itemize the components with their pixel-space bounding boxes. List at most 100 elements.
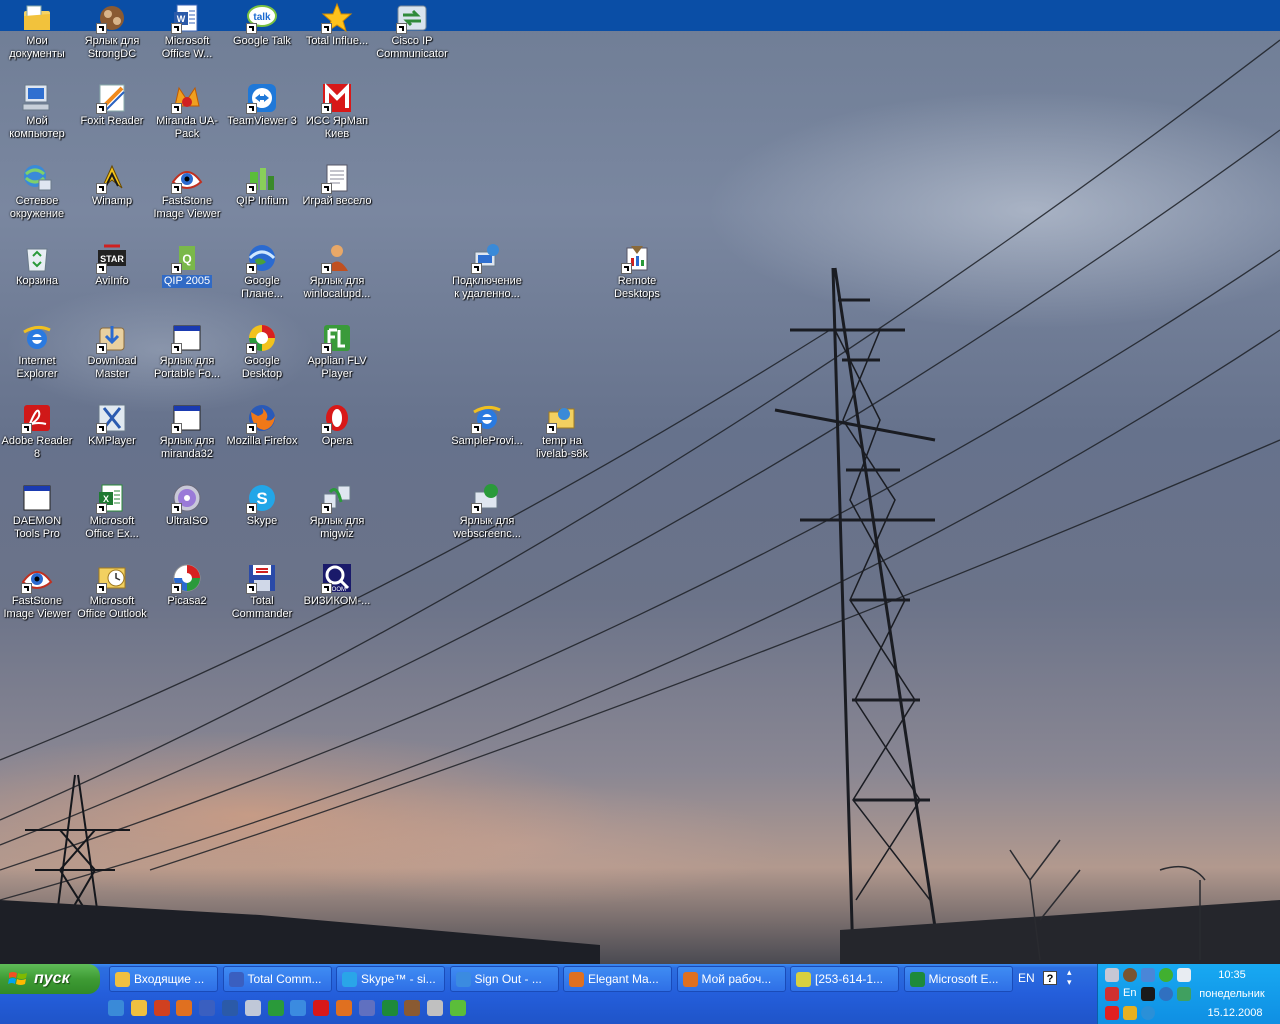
desktop-shortcut-label: Download Master: [87, 355, 137, 380]
desktop-shortcut[interactable]: FastStone Image Viewer: [150, 162, 224, 221]
skype-icon: S: [246, 482, 278, 514]
quick-launch-icon[interactable]: [153, 1000, 170, 1016]
quick-launch-icon[interactable]: [404, 1000, 421, 1016]
desktop-shortcut[interactable]: Q QIP 2005: [150, 242, 224, 288]
desktop-shortcut[interactable]: Adobe Reader 8: [0, 402, 74, 461]
desktop-shortcut[interactable]: Total Influe...: [300, 2, 374, 48]
tray-icon-3[interactable]: [1141, 968, 1155, 982]
quick-launch-icon[interactable]: [290, 1000, 307, 1016]
desktop-shortcut[interactable]: DAEMON Tools Pro: [0, 482, 74, 541]
tray-icon-6[interactable]: [1105, 987, 1119, 1001]
desktop-shortcut[interactable]: ZOOM ВИЗИКОМ-...: [300, 562, 374, 608]
desktop-shortcut[interactable]: Miranda UA-Pack: [150, 82, 224, 141]
desktop-shortcut[interactable]: FastStone Image Viewer: [0, 562, 74, 621]
desktop-shortcut[interactable]: TeamViewer 3: [225, 82, 299, 128]
desktop-shortcut[interactable]: Google Плане...: [225, 242, 299, 301]
taskbar-button[interactable]: Sign Out - ...: [449, 966, 559, 992]
help-icon[interactable]: ?: [1043, 971, 1057, 985]
desktop-shortcut[interactable]: STAR AviInfo: [75, 242, 149, 288]
desktop-shortcut-label: Корзина: [16, 275, 58, 287]
taskbar-scroll-arrows[interactable]: ▴ ▾: [1067, 967, 1079, 987]
desktop-shortcut[interactable]: Подключение к удаленно...: [450, 242, 524, 301]
taskbar-button[interactable]: Total Comm...: [222, 966, 332, 992]
desktop-shortcut[interactable]: S Skype: [225, 482, 299, 528]
quick-launch-icon[interactable]: [199, 1000, 216, 1016]
desktop-shortcut[interactable]: X Microsoft Office Ex...: [75, 482, 149, 541]
clock-day[interactable]: понедельник: [1190, 988, 1274, 1000]
desktop-shortcut[interactable]: Играй весело: [300, 162, 374, 208]
quick-launch-icon[interactable]: [427, 1000, 444, 1016]
tray-icon-9[interactable]: [1177, 987, 1191, 1001]
quick-launch-icon[interactable]: [244, 1000, 261, 1016]
taskbar-button[interactable]: Skype™ - si...: [336, 966, 445, 992]
desktop-shortcut[interactable]: ИСС ЯрМап Киев: [300, 82, 374, 141]
tray-icon-4[interactable]: [1159, 968, 1173, 982]
taskbar-button[interactable]: [253-614-1...: [790, 966, 899, 992]
desktop-shortcut[interactable]: SampleProvi...: [450, 402, 524, 448]
desktop-shortcut[interactable]: UltraISO: [150, 482, 224, 528]
desktop-shortcut[interactable]: Download Master: [75, 322, 149, 381]
tray-icon-2[interactable]: [1123, 968, 1137, 982]
taskbar-button[interactable]: Microsoft E...: [903, 966, 1013, 992]
desktop-shortcut[interactable]: W Microsoft Office W...: [150, 2, 224, 61]
tray-icon-12[interactable]: [1141, 1006, 1155, 1020]
desktop-shortcut[interactable]: Ярлык для migwiz: [300, 482, 374, 541]
desktop-shortcut[interactable]: Ярлык для winlocalupd...: [300, 242, 374, 301]
tray-icon-1[interactable]: [1105, 968, 1119, 982]
desktop-shortcut-label: Microsoft Office Outlook: [77, 595, 147, 620]
desktop-shortcut[interactable]: QIP Infium: [225, 162, 299, 208]
desktop-shortcut[interactable]: Remote Desktops: [600, 242, 674, 301]
desktop-shortcut[interactable]: Opera: [300, 402, 374, 448]
desktop-shortcut[interactable]: Ярлык для StrongDC: [75, 2, 149, 61]
desktop-shortcut[interactable]: Мой компьютер: [0, 82, 74, 141]
desktop-shortcut[interactable]: Foxit Reader: [75, 82, 149, 128]
taskbar-button[interactable]: Входящие ...: [109, 966, 218, 992]
taskbar-button[interactable]: Мой рабоч...: [676, 966, 786, 992]
desktop-shortcut[interactable]: Google Desktop: [225, 322, 299, 381]
desktop-shortcut[interactable]: temp на livelab-s8k: [525, 402, 599, 461]
quick-launch-icon[interactable]: [222, 1000, 238, 1016]
quick-launch-icon[interactable]: [381, 1000, 398, 1016]
desktop-shortcut[interactable]: Мои документы: [0, 2, 74, 61]
desktop-shortcut-label: Google Плане...: [241, 275, 283, 300]
desktop-shortcut[interactable]: Winamp: [75, 162, 149, 208]
taskbar-button[interactable]: Elegant Ma...: [563, 966, 672, 992]
desktop-shortcut[interactable]: Корзина: [0, 242, 74, 288]
quick-launch-icon[interactable]: [358, 1000, 375, 1016]
desktop-shortcut[interactable]: Total Commander: [225, 562, 299, 621]
quick-launch-icon[interactable]: [267, 1000, 284, 1016]
desktop-shortcut[interactable]: Internet Explorer: [0, 322, 74, 381]
quick-launch-icon[interactable]: [336, 1000, 352, 1016]
tray-icon-11[interactable]: [1123, 1006, 1137, 1020]
opera-icon: [321, 402, 353, 434]
tray-icon-10[interactable]: [1105, 1006, 1119, 1020]
quick-launch-icon[interactable]: [313, 1000, 330, 1016]
desktop-shortcut[interactable]: Mozilla Firefox: [225, 402, 299, 448]
tray-icon-8[interactable]: [1159, 987, 1173, 1001]
windows-logo-icon: [8, 972, 27, 985]
language-indicator[interactable]: EN: [1018, 971, 1035, 985]
desktop-shortcut[interactable]: Microsoft Office Outlook: [75, 562, 149, 621]
desktop-shortcut-label: QIP Infium: [236, 195, 288, 207]
desktop-shortcut[interactable]: Picasa2: [150, 562, 224, 608]
tray-icon-7[interactable]: [1141, 987, 1155, 1001]
desktop-shortcut[interactable]: KMPlayer: [75, 402, 149, 448]
desktop-shortcut[interactable]: Ярлык для webscreenc...: [450, 482, 524, 541]
clock-time[interactable]: 10:35: [1202, 969, 1262, 981]
desktop-shortcut[interactable]: Сетевое окружение: [0, 162, 74, 221]
quick-launch-icon[interactable]: [176, 1000, 193, 1016]
clock-date[interactable]: 15.12.2008: [1195, 1007, 1275, 1019]
desktop-shortcut[interactable]: Cisco IP Communicator: [375, 2, 449, 61]
desktop-shortcut[interactable]: Ярлык для Portable Fo...: [150, 322, 224, 381]
tray-icon-5[interactable]: [1177, 968, 1191, 982]
taskbar-button-label: Elegant Ma...: [588, 972, 659, 986]
start-button[interactable]: пуск: [0, 964, 100, 994]
desktop-shortcut[interactable]: Applian FLV Player: [300, 322, 374, 381]
quick-launch-icon[interactable]: [130, 1000, 147, 1016]
recycle-bin-icon: [21, 242, 53, 274]
quick-launch-icon[interactable]: [108, 1000, 124, 1016]
tray-language[interactable]: En: [1123, 987, 1136, 999]
desktop-shortcut[interactable]: Ярлык для miranda32: [150, 402, 224, 461]
quick-launch-icon[interactable]: [450, 1000, 466, 1016]
desktop-shortcut[interactable]: talk Google Talk: [225, 2, 299, 48]
